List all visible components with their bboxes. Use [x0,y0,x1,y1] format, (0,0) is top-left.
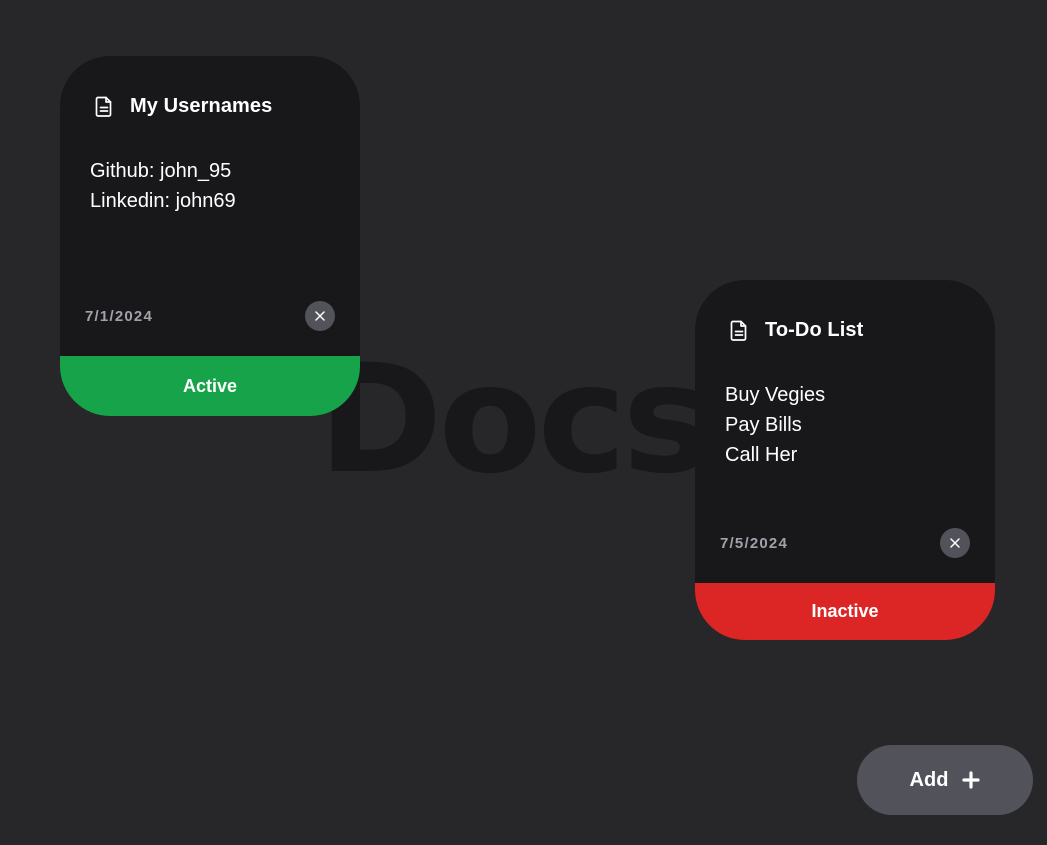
card-content: Github: john_95 Linkedin: john69 [60,118,360,276]
card-date: 7/1/2024 [85,307,153,325]
status-toggle-inactive[interactable]: Inactive [695,583,995,640]
card-footer: 7/1/2024 [60,301,360,331]
card-date: 7/5/2024 [720,534,788,552]
close-icon [315,311,325,321]
card-line: Buy Vegies [725,384,826,406]
document-icon [94,95,114,117]
card-content: Buy Vegies Pay Bills Call Her [695,342,995,500]
card-header: My Usernames [60,56,360,118]
add-note-button[interactable]: Add [857,745,1033,815]
delete-card-button[interactable] [305,301,335,331]
card-line: Linkedin: john69 [90,190,236,212]
app-canvas: Docs My Usernames Github: john_95 Linked… [0,0,1047,845]
card-line: Call Her [725,444,798,466]
card-title: My Usernames [130,94,273,117]
background-title: Docs [318,333,712,507]
card-footer: 7/5/2024 [695,528,995,558]
delete-card-button[interactable] [940,528,970,558]
card-title: To-Do List [765,318,864,341]
document-icon [729,319,749,341]
note-card[interactable]: To-Do List Buy Vegies Pay Bills Call Her… [695,280,995,640]
plus-icon [962,771,981,789]
close-icon [950,538,960,548]
status-toggle-active[interactable]: Active [60,356,360,416]
card-header: To-Do List [695,280,995,342]
add-button-label: Add [909,768,949,791]
card-line: Pay Bills [725,414,802,436]
note-card[interactable]: My Usernames Github: john_95 Linkedin: j… [60,56,360,416]
card-line: Github: john_95 [90,160,232,182]
